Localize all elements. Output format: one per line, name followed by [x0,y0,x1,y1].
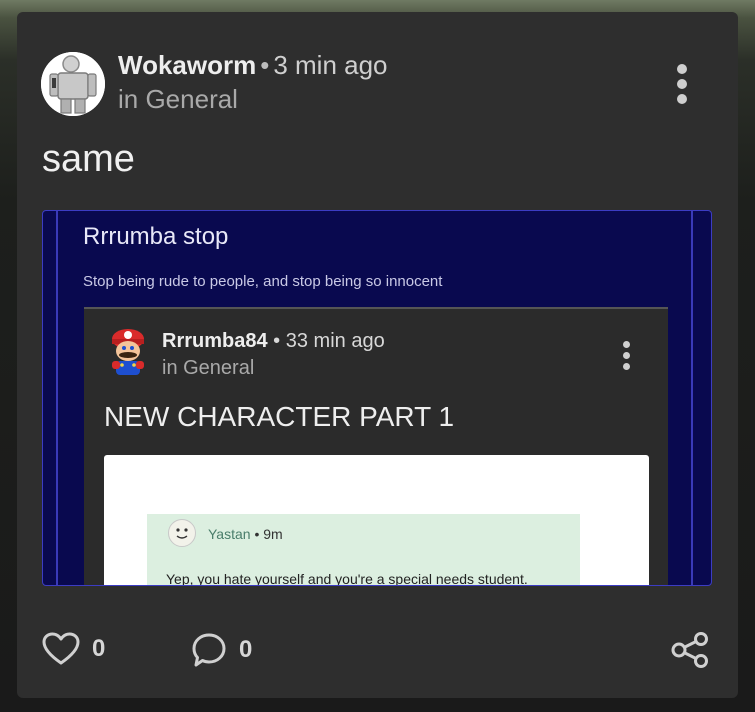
post-time: 3 min ago [273,50,388,80]
meta-separator: • [260,50,270,80]
post-category[interactable]: in General [118,84,238,115]
comment-button[interactable]: 0 [191,632,252,668]
post-body: same [42,138,135,180]
embed-divider-right [691,211,693,585]
screenshot-comment: Yastan • 9m Yep, you hate yourself and y… [147,514,580,586]
inner-post-category: in General [162,357,255,379]
post-meta: Wokaworm • 3 min ago [118,50,388,81]
smiley-avatar-icon [168,519,196,547]
screenshot-comment-separator: • [254,526,260,542]
heart-icon [42,632,80,665]
speech-bubble-icon [192,633,226,667]
author-name[interactable]: Wokaworm [118,50,256,80]
author-avatar[interactable] [41,52,105,116]
inner-post-screenshot: Yastan • 9m Yep, you hate yourself and y… [104,455,649,586]
like-button[interactable]: 0 [42,632,105,666]
screenshot-comment-time: 9m [263,526,283,542]
share-icon [671,632,708,668]
share-button[interactable] [670,632,710,668]
comment-count: 0 [239,636,253,663]
post-menu-button[interactable] [673,64,693,104]
embed-subtitle: Stop being rude to people, and stop bein… [83,273,443,290]
embedded-image[interactable]: Rrrumba stop Stop being rude to people, … [42,210,712,586]
embed-divider-left [56,211,58,585]
post-card: Wokaworm • 3 min ago in General same Rrrum… [17,12,738,698]
robot-avatar-icon [41,52,105,116]
screenshot-comment-meta: Yastan • 9m [208,526,283,542]
inner-post-meta: Rrrumba84 • 33 min ago [162,330,385,353]
inner-meta-separator: • [273,330,281,352]
inner-post-card: Rrrumba84 • 33 min ago in General NEW CH… [84,307,668,586]
embed-title: Rrrumba stop [83,223,229,250]
inner-post-title: NEW CHARACTER PART 1 [104,401,455,432]
like-count: 0 [92,635,106,662]
inner-post-time: 33 min ago [285,330,385,352]
inner-author-name: Rrrumba84 [162,330,268,352]
screenshot-comment-text: Yep, you hate yourself and you're a spec… [166,571,528,586]
screenshot-comment-author: Yastan [208,526,251,542]
mario-avatar-icon [108,327,148,377]
inner-more-vertical-icon [620,341,634,371]
